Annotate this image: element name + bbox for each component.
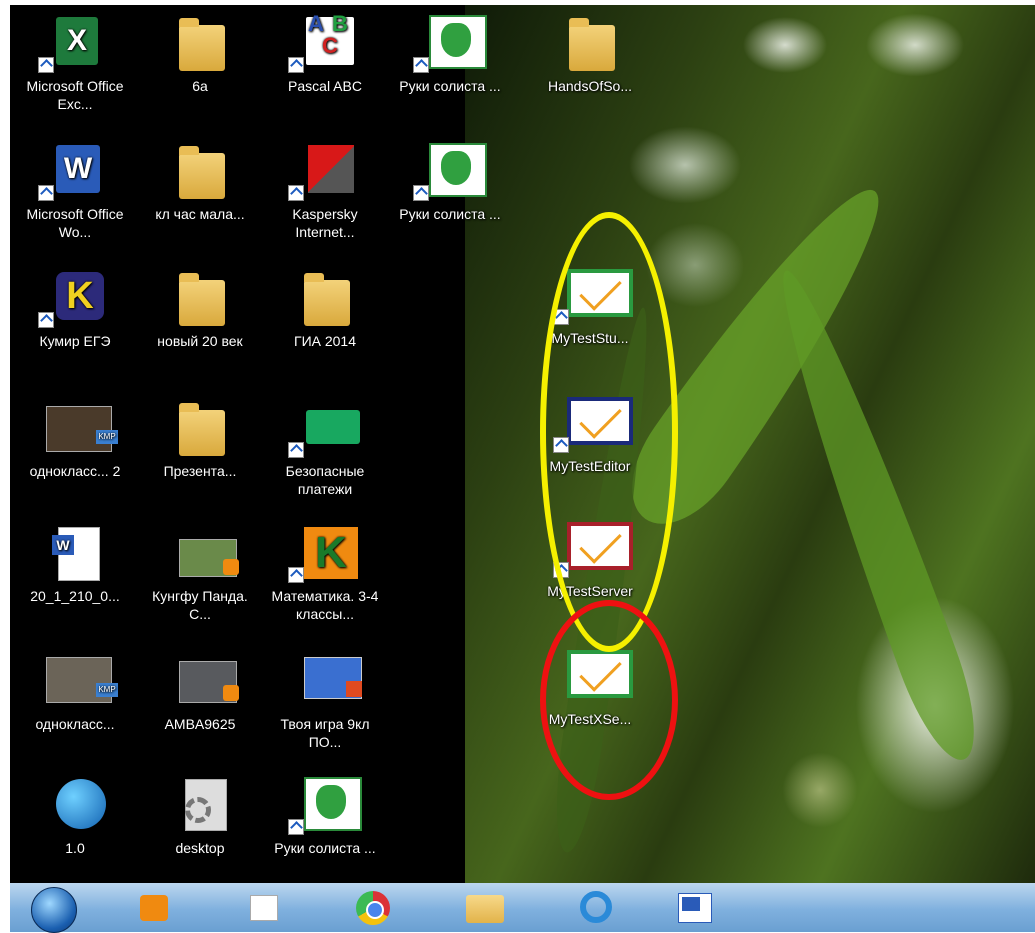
word-icon: W: [36, 143, 114, 201]
icon-label: MyTestXSe...: [548, 711, 632, 727]
video-file-1[interactable]: KMP однокласс... 2: [15, 400, 135, 512]
icon-label: ГИА 2014: [293, 333, 356, 349]
icon-label: Руки солиста ...: [274, 840, 376, 856]
math-k-icon: K: [286, 525, 364, 583]
icon-label: 20_1_210_0...: [30, 588, 120, 604]
excel-icon: X: [36, 15, 114, 73]
internet-explorer-icon: [580, 891, 612, 923]
icon-label: Kaspersky Internet...: [292, 206, 358, 240]
mytest-check-icon: [551, 648, 633, 706]
icon-label: Руки солиста ...: [399, 78, 501, 94]
icon-label: MyTestEditor: [549, 458, 631, 474]
folder-icon: [551, 15, 629, 73]
icon-label: кл час мала...: [155, 206, 245, 222]
word-document-icon: W: [36, 525, 114, 583]
icon-label: 6a: [192, 78, 208, 94]
taskbar: [10, 883, 1035, 933]
kaspersky-shortcut[interactable]: Kaspersky Internet...: [265, 143, 385, 255]
mytest-editor-shortcut[interactable]: MyTestEditor: [530, 395, 650, 507]
icon-label: MyTestStu...: [551, 330, 629, 346]
icon-label: 1.0: [65, 840, 85, 856]
folder-icon: [161, 15, 239, 73]
video-thumbnail-icon: [161, 525, 239, 583]
credit-card-icon: [286, 400, 364, 458]
video-thumbnail-icon: KMP: [36, 653, 118, 711]
folder-icon: [161, 270, 239, 328]
video-file-2[interactable]: KMP однокласс...: [15, 653, 135, 765]
icon-label: desktop: [175, 840, 225, 856]
folder-noviy-20-vek[interactable]: новый 20 век: [140, 270, 260, 382]
tvoya-igra-shortcut[interactable]: Твоя игра 9кл ПО...: [265, 653, 385, 765]
folder-handsofso[interactable]: HandsOfSo...: [530, 15, 650, 127]
icon-label: Pascal ABC: [288, 78, 362, 94]
icon-label: HandsOfSo...: [547, 78, 633, 94]
desktop: X Microsoft Office Exc... W Microsoft Of…: [10, 5, 1035, 883]
taskbar-chrome[interactable]: [350, 889, 404, 927]
mytest-check-icon: [551, 520, 633, 578]
folder-icon: [161, 143, 239, 201]
taskbar-word[interactable]: [670, 889, 724, 927]
icon-label: Твоя игра 9кл ПО...: [280, 716, 370, 750]
mytest-check-icon: [551, 267, 633, 325]
icon-label: Математика. 3-4 классы...: [271, 588, 379, 622]
icon-label: Microsoft Office Exc...: [26, 78, 124, 112]
file-explorer-icon: [466, 895, 504, 923]
desktop-file[interactable]: desktop: [140, 777, 260, 883]
start-button[interactable]: [25, 887, 79, 933]
video-thumbnail-icon: [161, 653, 239, 711]
icon-label: новый 20 век: [157, 333, 243, 349]
safe-payments-shortcut[interactable]: Безопасные платежи: [265, 400, 385, 512]
excel-shortcut[interactable]: X Microsoft Office Exc...: [15, 15, 135, 127]
video-amba9625[interactable]: AMBA9625: [140, 653, 260, 765]
icon-label: Презента...: [163, 463, 237, 479]
ruki-solista-shortcut-1[interactable]: Руки солиста ...: [390, 15, 510, 127]
mytest-xserver-shortcut[interactable]: MyTestXSe...: [530, 648, 650, 760]
icon-label: однокласс...: [35, 716, 115, 732]
folder-6a[interactable]: 6a: [140, 15, 260, 127]
kaspersky-icon: [286, 143, 364, 201]
word-shortcut[interactable]: W Microsoft Office Wo...: [15, 143, 135, 255]
kumir-shortcut[interactable]: K Кумир ЕГЭ: [15, 270, 135, 382]
taskbar-apps[interactable]: [240, 889, 294, 927]
icon-label: MyTestServer: [547, 583, 633, 599]
icon-label: Кумир ЕГЭ: [39, 333, 111, 349]
icon-label: Безопасные платежи: [285, 463, 365, 497]
folder-prezenta[interactable]: Презента...: [140, 400, 260, 512]
folder-gia-2014[interactable]: ГИА 2014: [265, 270, 385, 382]
folder-icon: [161, 400, 239, 458]
taskbar-explorer[interactable]: [460, 889, 514, 927]
green-hand-icon: [411, 143, 489, 201]
document-file[interactable]: W 20_1_210_0...: [15, 525, 135, 637]
folder-kl-chas[interactable]: кл час мала...: [140, 143, 260, 255]
apps-grid-icon: [250, 895, 278, 921]
video-thumbnail-icon: KMP: [36, 400, 118, 458]
settings-file-icon: [161, 777, 239, 835]
quiz-board-icon: [286, 653, 364, 711]
icon-label: Microsoft Office Wo...: [26, 206, 124, 240]
mytest-student-shortcut[interactable]: MyTestStu...: [530, 267, 650, 379]
start-orb-icon: [31, 887, 77, 933]
video-kungfu-panda[interactable]: Кунгфу Панда. С...: [140, 525, 260, 637]
icon-label: однокласс... 2: [29, 463, 121, 479]
math-3-4-shortcut[interactable]: K Математика. 3-4 классы...: [265, 525, 385, 637]
media-app-shortcut[interactable]: 1.0: [15, 777, 135, 883]
icon-label: Руки солиста ...: [399, 206, 501, 222]
green-hand-icon: [286, 777, 364, 835]
media-player-icon: [140, 895, 168, 921]
ruki-solista-shortcut-2[interactable]: Руки солиста ...: [390, 143, 510, 255]
icon-label: AMBA9625: [164, 716, 236, 732]
icon-label: Кунгфу Панда. С...: [152, 588, 248, 622]
pascal-abc-icon: A B C: [286, 13, 364, 73]
film-reel-icon: [36, 777, 114, 835]
folder-icon: [286, 270, 364, 328]
green-hand-icon: [411, 15, 489, 73]
kumir-icon: K: [36, 270, 114, 328]
ruki-solista-shortcut-3[interactable]: Руки солиста ...: [265, 777, 385, 883]
taskbar-internet-explorer[interactable]: [570, 889, 624, 927]
pascal-abc-shortcut[interactable]: A B C Pascal ABC: [265, 13, 385, 127]
mytest-server-shortcut[interactable]: MyTestServer: [530, 520, 650, 632]
mytest-check-icon: [551, 395, 633, 453]
taskbar-media-player[interactable]: [130, 889, 184, 927]
